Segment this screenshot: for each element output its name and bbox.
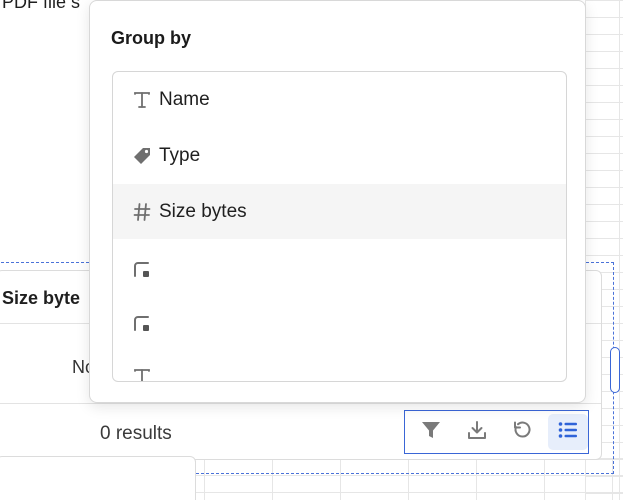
text-icon xyxy=(131,89,153,111)
option-text-field[interactable] xyxy=(113,349,566,381)
popover-title: Group by xyxy=(111,28,191,48)
tag-icon xyxy=(131,145,153,167)
option-label: Size bytes xyxy=(159,200,247,222)
text-icon xyxy=(131,366,153,381)
table-footer-divider xyxy=(0,403,601,404)
table-toolbar xyxy=(404,410,589,454)
list-icon xyxy=(557,419,579,446)
filter-button[interactable] xyxy=(411,414,451,450)
download-icon xyxy=(466,419,488,446)
option-name[interactable]: Name xyxy=(113,72,566,127)
option-date-field[interactable] xyxy=(113,242,566,297)
group-by-button[interactable] xyxy=(548,414,588,450)
results-count: 0 results xyxy=(100,423,172,444)
option-label: Name xyxy=(159,88,210,110)
column-header-size-bytes[interactable]: Size byte xyxy=(2,288,80,309)
reset-icon xyxy=(511,419,533,446)
date-icon xyxy=(131,313,153,335)
option-size-bytes[interactable]: Size bytes xyxy=(113,184,566,239)
option-date-field[interactable] xyxy=(113,296,566,351)
group-by-popover: Group by Name Type Size bytes xyxy=(89,0,586,403)
filter-icon xyxy=(420,419,442,446)
download-button[interactable] xyxy=(457,414,497,450)
hash-icon xyxy=(131,201,153,223)
background-title: PDF file s xyxy=(2,0,81,12)
reset-button[interactable] xyxy=(503,414,543,450)
option-type[interactable]: Type xyxy=(113,128,566,183)
canvas: PDF file s Size byte No 0 results Group … xyxy=(0,0,623,500)
option-label: Type xyxy=(159,144,201,166)
date-icon xyxy=(131,259,153,281)
resize-handle[interactable] xyxy=(610,347,620,393)
bottom-widget xyxy=(0,456,196,500)
group-by-option-list[interactable]: Name Type Size bytes xyxy=(112,71,567,382)
